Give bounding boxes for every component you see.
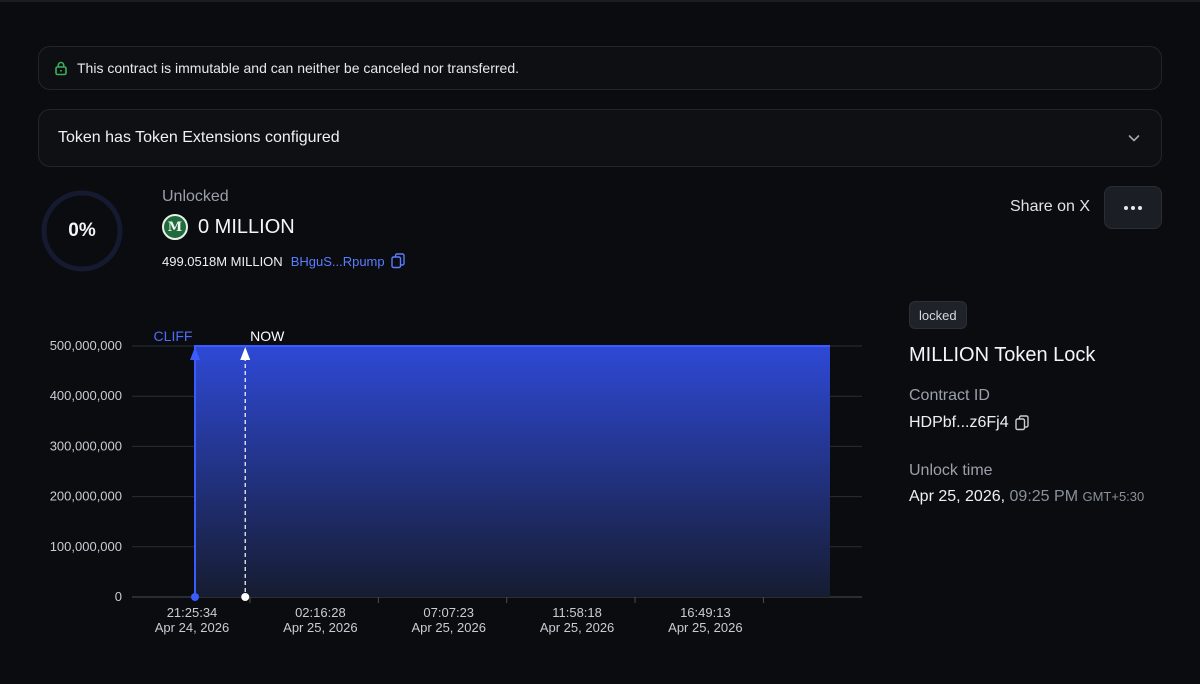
status-badge: locked <box>909 301 967 329</box>
banner-text: This contract is immutable and can neith… <box>77 60 520 76</box>
unlock-area <box>195 346 830 597</box>
y-tick-label: 100,000,000 <box>50 539 122 554</box>
contract-id-value: HDPbf...z6Fj4 <box>909 414 1009 431</box>
lock-icon <box>53 60 69 76</box>
unlock-progress-ring: 0% <box>40 189 124 273</box>
accordion-title: Token has Token Extensions configured <box>58 129 340 146</box>
now-label: NOW <box>250 328 285 344</box>
y-tick-label: 500,000,000 <box>50 338 122 353</box>
cliff-point <box>191 593 199 601</box>
unlocked-amount: 0 MILLION <box>198 215 295 238</box>
unlock-time-label: Unlock time <box>909 462 993 479</box>
contract-id-label: Contract ID <box>909 387 990 404</box>
unlock-date: Apr 25, 2026, <box>909 488 1006 505</box>
more-horizontal-icon <box>1124 205 1142 210</box>
x-tick-date: Apr 25, 2026 <box>283 620 357 635</box>
contract-id-row: HDPbf...z6Fj4 <box>909 414 1029 432</box>
y-tick-label: 300,000,000 <box>50 438 122 453</box>
x-tick-date: Apr 25, 2026 <box>412 620 486 635</box>
y-tick-label: 400,000,000 <box>50 388 122 403</box>
token-address-link[interactable]: BHguS...Rpump <box>291 254 385 269</box>
copy-icon[interactable] <box>1014 415 1029 431</box>
token-info-row: 499.0518M MILLION BHguS...Rpump <box>162 253 405 269</box>
x-tick-time: 11:58:18 <box>552 605 602 620</box>
x-tick-date: Apr 25, 2026 <box>668 620 742 635</box>
unlocked-label: Unlocked <box>162 188 229 205</box>
unlock-percent: 0% <box>68 220 96 241</box>
unlock-clock: 09:25 PM <box>1009 488 1079 505</box>
y-tick-label: 200,000,000 <box>50 489 122 504</box>
chevron-down-icon[interactable] <box>1127 131 1141 145</box>
top-divider <box>0 0 1200 2</box>
unlocked-amount-row: M 0 MILLION <box>162 214 295 240</box>
x-tick-date: Apr 25, 2026 <box>540 620 614 635</box>
lock-title: MILLION Token Lock <box>909 344 1096 366</box>
x-tick-date: Apr 24, 2026 <box>155 620 229 635</box>
x-tick-time: 21:25:34 <box>167 605 218 620</box>
x-tick-time: 02:16:28 <box>295 605 346 620</box>
immutable-notice-banner: This contract is immutable and can neith… <box>38 46 1162 90</box>
more-options-button[interactable] <box>1104 186 1162 229</box>
token-extensions-accordion[interactable]: Token has Token Extensions configured <box>38 109 1162 167</box>
locked-supply: 499.0518M MILLION <box>162 253 283 269</box>
unlock-time-value: Apr 25, 2026, 09:25 PM GMT+5:30 <box>909 488 1144 506</box>
y-tick-label: 0 <box>115 589 122 604</box>
unlock-timezone: GMT+5:30 <box>1082 489 1145 504</box>
cliff-label: CLIFF <box>154 328 193 344</box>
share-on-x-button[interactable]: Share on X <box>1010 198 1090 216</box>
unlock-schedule-chart: 500,000,000 400,000,000 300,000,000 200,000… <box>50 328 862 635</box>
x-tick-time: 07:07:23 <box>423 605 474 620</box>
copy-icon[interactable] <box>390 253 405 269</box>
token-logo: M <box>162 214 188 240</box>
x-tick-time: 16:49:13 <box>680 605 731 620</box>
now-point <box>241 593 250 601</box>
